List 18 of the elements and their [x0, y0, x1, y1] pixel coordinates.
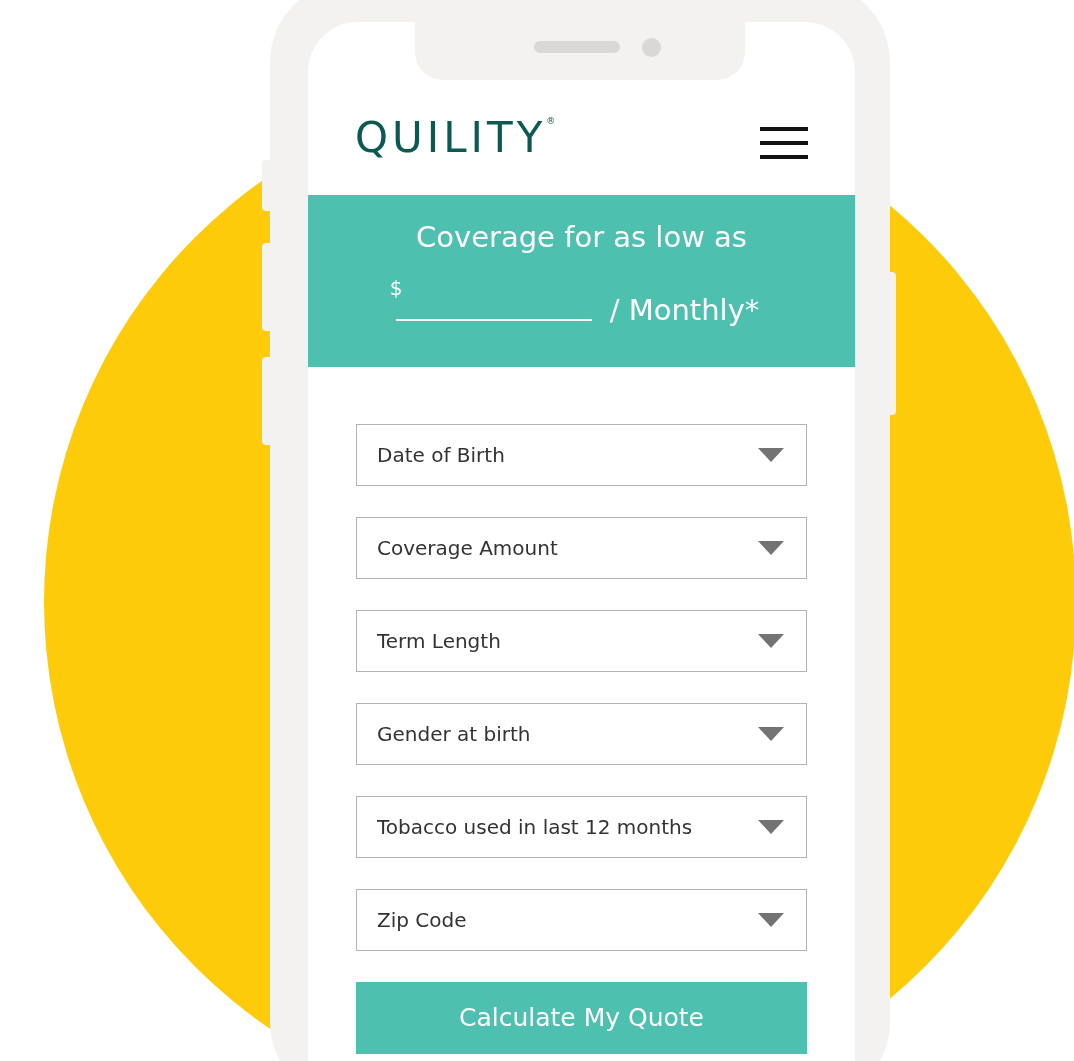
dropdown-field[interactable]: Date of Birth: [356, 424, 807, 486]
menu-icon[interactable]: [760, 127, 808, 159]
dropdown-field[interactable]: Tobacco used in last 12 months: [356, 796, 807, 858]
dropdown-field[interactable]: Gender at birth: [356, 703, 807, 765]
dropdown-arrow-icon: [758, 913, 784, 927]
dropdown-arrow-icon: [758, 541, 784, 555]
dropdown-arrow-icon: [758, 448, 784, 462]
dropdown-field[interactable]: Zip Code: [356, 889, 807, 951]
dropdown-arrow-icon: [758, 727, 784, 741]
logo: QUILITY: [355, 117, 547, 159]
dropdown-arrow-icon: [758, 820, 784, 834]
dropdown-field[interactable]: Term Length: [356, 610, 807, 672]
period-label: / Monthly*: [609, 296, 760, 326]
dropdown-field[interactable]: Coverage Amount: [356, 517, 807, 579]
registered-mark: ®: [546, 117, 556, 126]
dropdown-arrow-icon: [758, 634, 784, 648]
banner-title: Coverage for as low as: [416, 219, 747, 256]
speaker-icon: [534, 41, 620, 53]
